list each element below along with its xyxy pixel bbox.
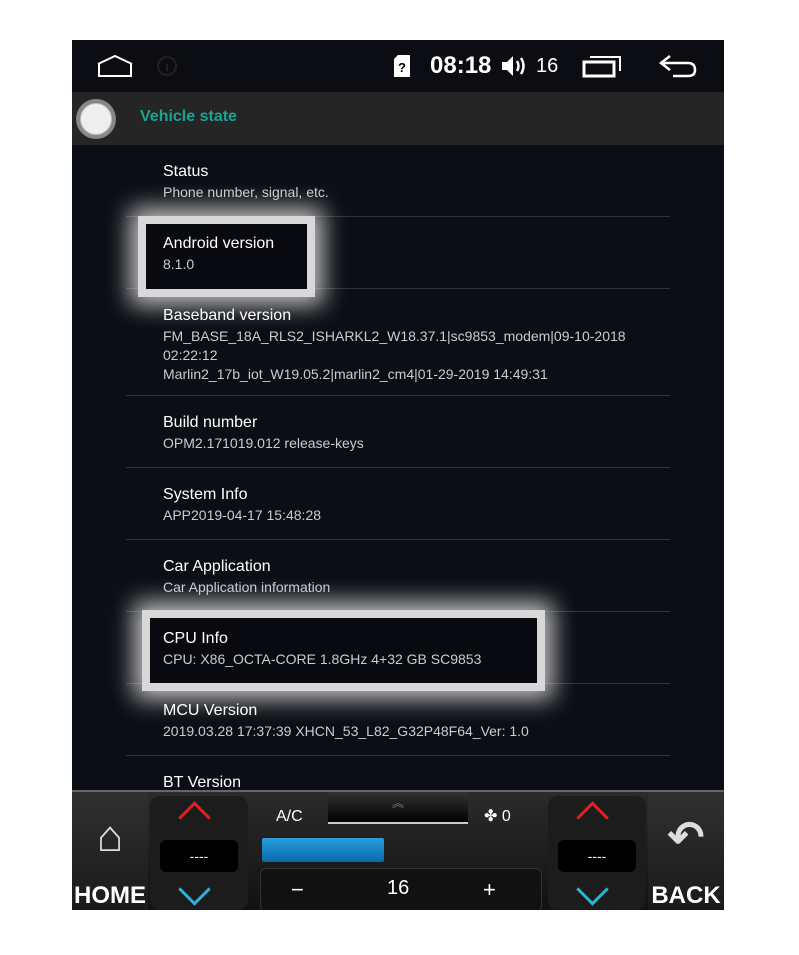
fan-speed-value: 0 [501, 808, 511, 825]
home-button[interactable]: ⌂ HOME [72, 792, 148, 910]
info-icon[interactable] [156, 40, 178, 92]
chevron-up-icon[interactable] [576, 801, 609, 834]
back-button[interactable]: ↶ BACK [648, 792, 724, 910]
list-item-cpu-info[interactable]: CPU Info CPU: X86_OCTA-CORE 1.8GHz 4+32 … [126, 612, 670, 684]
fan-level-bar[interactable] [262, 838, 540, 862]
ac-button[interactable]: A/C [276, 808, 303, 826]
list-item-status[interactable]: Status Phone number, signal, etc. [126, 145, 670, 217]
item-subtitle: OPM2.171019.012 release-keys [163, 435, 364, 451]
item-subtitle: APP2019-04-17 15:48:28 [163, 507, 322, 523]
item-title: Car Application [163, 558, 271, 575]
title-bar: Vehicle state [72, 92, 724, 145]
list-item-mcu-version[interactable]: MCU Version 2019.03.28 17:37:39 XHCN_53_… [126, 684, 670, 756]
list-item-car-application[interactable]: Car Application Car Application informat… [126, 540, 670, 612]
item-subtitle-2: Marlin2_17b_iot_W19.05.2|marlin2_cm4|01-… [163, 366, 548, 382]
item-subtitle: 2019.03.28 17:37:39 XHCN_53_L82_G32P48F6… [163, 723, 529, 739]
item-title: BT Version [163, 774, 241, 791]
left-temp-value: ---- [160, 840, 238, 872]
item-title: MCU Version [163, 702, 258, 719]
item-subtitle: Phone number, signal, etc. [163, 184, 329, 200]
back-arrow-icon[interactable] [658, 40, 698, 92]
volume-level: 16 [536, 54, 559, 77]
clock: 08:18 [430, 52, 492, 79]
item-title: Build number [163, 414, 258, 431]
home-outline-icon[interactable] [96, 40, 134, 92]
recents-icon[interactable] [582, 40, 622, 92]
fan-icon: ✤ [484, 808, 498, 825]
list-item-baseband-version[interactable]: Baseband version FM_BASE_18A_RLS2_ISHARK… [126, 289, 670, 396]
plus-button[interactable]: + [483, 877, 496, 903]
home-label: HOME [74, 882, 146, 909]
item-title: Baseband version [163, 307, 292, 324]
item-title: CPU Info [163, 630, 228, 647]
item-subtitle: FM_BASE_18A_RLS2_ISHARKL2_W18.37.1|sc985… [163, 328, 626, 363]
back-label: BACK [651, 882, 721, 909]
back-curved-arrow-icon: ↶ [667, 813, 705, 862]
status-bar: ? 08:18 16 [72, 40, 724, 92]
list-item-build-number[interactable]: Build number OPM2.171019.012 release-key… [126, 396, 670, 468]
house-icon: ⌂ [96, 812, 124, 861]
minus-button[interactable]: − [291, 877, 304, 903]
volume-icon[interactable] [500, 40, 528, 92]
chevron-up-icon[interactable] [178, 801, 211, 834]
right-temp-control: ---- [548, 796, 646, 910]
expand-handle[interactable]: ︽ [328, 792, 468, 824]
temperature-value: 16 [387, 877, 410, 899]
list-item-system-info[interactable]: System Info APP2019-04-17 15:48:28 [126, 468, 670, 540]
item-subtitle: CPU: X86_OCTA-CORE 1.8GHz 4+32 GB SC9853 [163, 651, 482, 667]
climate-control-panel: ⌂ HOME ---- ︽ A/C ✤ 0 − 16 + ---- ↶ BACK [72, 790, 724, 910]
page-title: Vehicle state [140, 108, 237, 125]
list-item-android-version[interactable]: Android version 8.1.0 [126, 217, 670, 289]
sim-unknown-icon: ? [394, 40, 410, 92]
left-temp-control: ---- [150, 796, 248, 910]
item-title: Status [163, 163, 209, 180]
temperature-stepper: − 16 + [260, 868, 542, 910]
fan-level-fill [262, 838, 385, 862]
head-unit-screen: ? 08:18 16 Vehicle state Status Phone nu… [72, 40, 724, 910]
app-icon[interactable] [76, 99, 116, 139]
svg-text:?: ? [398, 60, 406, 75]
item-title: System Info [163, 486, 248, 503]
item-subtitle: 8.1.0 [163, 256, 195, 272]
item-title: Android version [163, 235, 275, 252]
chevron-down-icon[interactable] [576, 873, 609, 906]
settings-list: Status Phone number, signal, etc. Androi… [126, 145, 670, 828]
ac-center: ︽ A/C ✤ 0 − 16 + [248, 792, 548, 910]
fan-speed[interactable]: ✤ 0 [484, 806, 511, 826]
chevron-down-icon[interactable] [178, 873, 211, 906]
item-subtitle: Car Application information [163, 579, 331, 595]
right-temp-value: ---- [558, 840, 636, 872]
